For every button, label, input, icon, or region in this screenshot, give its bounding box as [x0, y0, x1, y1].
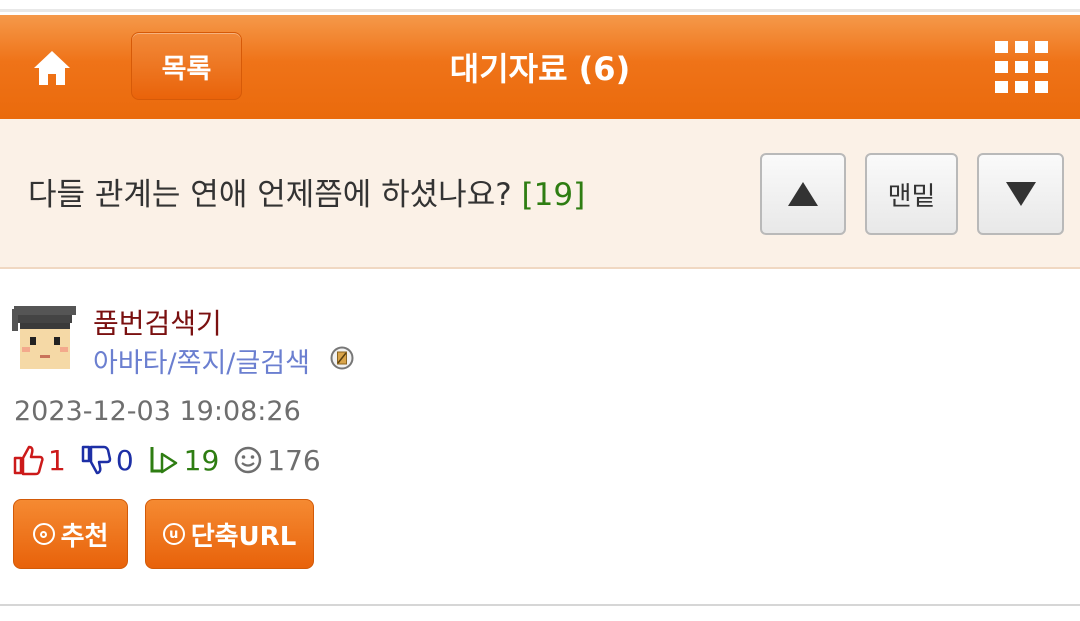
thumbs-up-icon	[13, 445, 44, 476]
member-badge-icon	[330, 346, 354, 370]
view-count: 176	[267, 443, 321, 477]
arrow-up-icon	[788, 182, 818, 206]
post-title-text: 다들 관계는 연애 언제쯤에 하셨나요?	[28, 177, 512, 213]
post-title-bar: 다들 관계는 연애 언제쯤에 하셨나요? [19] 맨밑	[0, 119, 1080, 269]
bottom-divider	[0, 604, 1080, 606]
downvote-stat: 0	[80, 444, 134, 477]
scroll-up-button[interactable]	[760, 153, 846, 235]
recommend-label: 추천	[60, 521, 109, 552]
author-name[interactable]: 품번검색기	[93, 302, 222, 342]
post-title: 다들 관계는 연애 언제쯤에 하셨나요? [19]	[28, 169, 585, 214]
arrow-down-icon	[1005, 182, 1036, 206]
post-stats: 1 0 19 176	[12, 443, 335, 477]
post-datetime: 2023-12-03 19:08:26	[14, 396, 301, 427]
downvote-count: 0	[115, 443, 134, 477]
view-stat: 176	[233, 443, 321, 477]
smiley-views-icon	[235, 446, 262, 474]
short-url-circle-icon: u	[162, 523, 185, 545]
comment-count[interactable]: [19]	[522, 177, 586, 213]
avatar[interactable]	[12, 305, 78, 371]
upvote-count: 1	[48, 443, 66, 477]
recommend-circle-icon	[32, 523, 55, 545]
short-url-label: 단축URL	[190, 521, 297, 552]
scroll-down-button[interactable]	[977, 153, 1064, 235]
top-divider	[0, 0, 1080, 12]
header-bar: 목록 대기자료 (6)	[0, 15, 1080, 119]
reply-count: 19	[183, 443, 220, 477]
menu-grid-icon[interactable]	[995, 41, 1049, 93]
upvote-stat: 1	[12, 444, 66, 477]
list-button[interactable]: 목록	[131, 32, 242, 100]
home-icon	[34, 51, 70, 85]
thumbs-down-icon	[81, 445, 112, 475]
recommend-button[interactable]: 추천	[13, 499, 128, 569]
home-button[interactable]	[30, 46, 74, 90]
scroll-bottom-button[interactable]: 맨밑	[865, 153, 958, 235]
reply-arrow-icon	[150, 447, 177, 474]
reply-stat: 19	[148, 443, 220, 477]
author-links[interactable]: 아바타/쪽지/글검색	[93, 341, 310, 380]
short-url-button[interactable]: u 단축URL	[145, 499, 314, 569]
